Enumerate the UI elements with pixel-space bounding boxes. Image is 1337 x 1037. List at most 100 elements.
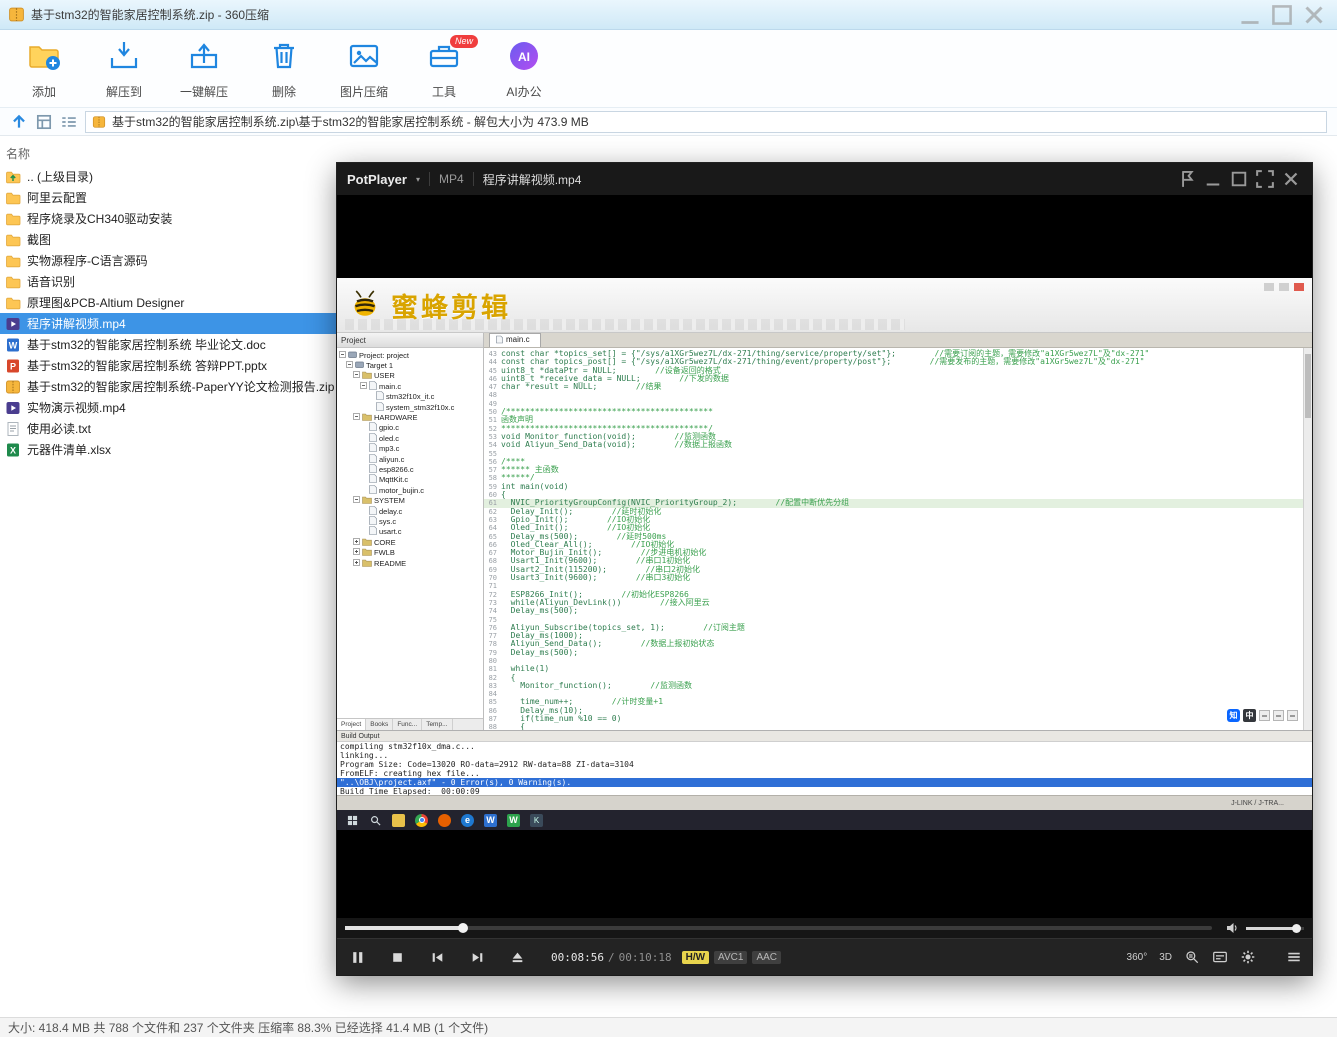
- view-grid-icon[interactable]: [35, 113, 53, 131]
- tree-expand-icon[interactable]: [353, 496, 360, 505]
- keil-icon[interactable]: K: [530, 813, 543, 827]
- file-row[interactable]: 原理图&PCB-Altium Designer: [0, 292, 337, 313]
- toolbar-button-add-files[interactable]: 添加: [4, 34, 84, 104]
- stop-button[interactable]: [377, 939, 417, 976]
- next-button[interactable]: [457, 939, 497, 976]
- file-row[interactable]: 截图: [0, 229, 337, 250]
- project-tree-item[interactable]: CORE: [337, 537, 483, 547]
- word-icon[interactable]: W: [484, 813, 497, 827]
- project-panel-header[interactable]: Project: [337, 333, 483, 348]
- tree-expand-icon[interactable]: [346, 361, 353, 370]
- tree-expand-icon[interactable]: [339, 350, 346, 360]
- project-tree-item[interactable]: README: [337, 558, 483, 568]
- project-panel-tab[interactable]: Books: [366, 719, 394, 730]
- tree-expand-icon[interactable]: [353, 371, 360, 380]
- tray-tool-icon[interactable]: [1273, 710, 1284, 721]
- tree-expand-icon[interactable]: [360, 382, 367, 391]
- file-row[interactable]: 阿里云配置: [0, 187, 337, 208]
- subtitle-browse-icon[interactable]: [1184, 949, 1200, 965]
- file-row[interactable]: 基于stm32的智能家居控制系统-PaperYY论文检测报告.zip: [0, 376, 337, 397]
- search-icon[interactable]: [369, 814, 382, 827]
- toolbar-button-tools[interactable]: New 工具: [404, 34, 484, 104]
- file-row[interactable]: .. (上级目录): [0, 166, 337, 187]
- project-tree-item[interactable]: mp3.c: [337, 443, 483, 454]
- project-tree-item[interactable]: USER: [337, 371, 483, 381]
- edge-icon[interactable]: e: [461, 813, 474, 827]
- build-output-header[interactable]: Build Output: [337, 731, 1312, 742]
- close-button[interactable]: [1299, 5, 1329, 25]
- seek-handle[interactable]: [458, 923, 468, 933]
- tray-tool-icon[interactable]: [1287, 710, 1298, 721]
- wps-icon[interactable]: W: [507, 813, 520, 827]
- close-button[interactable]: [1280, 168, 1302, 190]
- tree-expand-icon[interactable]: [353, 548, 360, 557]
- video-area[interactable]: 蜜蜂剪辑 Project Project: project Target 1 USE…: [337, 195, 1312, 918]
- file-row[interactable]: 程序烧录及CH340驱动安装: [0, 208, 337, 229]
- file-row[interactable]: X 元器件清单.xlsx: [0, 439, 337, 460]
- volume-handle[interactable]: [1292, 923, 1301, 933]
- project-tree-item[interactable]: Project: project: [337, 350, 483, 360]
- file-row[interactable]: 实物源程序-C语言源码: [0, 250, 337, 271]
- project-panel-tab[interactable]: Project: [337, 719, 367, 730]
- project-tree-item[interactable]: motor_bujin.c: [337, 484, 483, 495]
- address-bar[interactable]: 基于stm32的智能家居控制系统.zip\基于stm32的智能家居控制系统 - …: [85, 110, 1327, 133]
- editor-scrollbar[interactable]: [1303, 348, 1312, 730]
- file-row[interactable]: W 基于stm32的智能家居控制系统 毕业论文.doc: [0, 334, 337, 355]
- chrome-icon[interactable]: [415, 813, 428, 827]
- project-tree-item[interactable]: aliyun.c: [337, 453, 483, 464]
- project-tree-item[interactable]: sys.c: [337, 516, 483, 526]
- code-editor[interactable]: 43 const char *topics_set[] = {"/sys/a1XG…: [484, 348, 1312, 730]
- scrollbar-thumb[interactable]: [1305, 354, 1311, 418]
- menu-icon[interactable]: [1286, 949, 1302, 965]
- file-row[interactable]: 实物演示视频.mp4: [0, 397, 337, 418]
- project-tree-item[interactable]: main.c: [337, 381, 483, 391]
- zhihu-icon[interactable]: 知: [1227, 709, 1240, 722]
- open-button[interactable]: [497, 939, 537, 976]
- pause-button[interactable]: [337, 939, 377, 976]
- project-tree-item[interactable]: FWLB: [337, 547, 483, 557]
- tree-expand-icon[interactable]: [353, 558, 360, 568]
- toolbar-button-ai-office[interactable]: AI AI办公: [484, 34, 564, 104]
- project-tree-item[interactable]: usart.c: [337, 526, 483, 537]
- file-row[interactable]: P 基于stm32的智能家居控制系统 答辩PPT.pptx: [0, 355, 337, 376]
- hw-decode-badge[interactable]: H/W: [681, 950, 710, 964]
- project-tree-item[interactable]: oled.c: [337, 433, 483, 443]
- start-icon[interactable]: [346, 814, 359, 827]
- input-method-cn-icon[interactable]: 中: [1243, 709, 1256, 722]
- toolbar-button-extract-to[interactable]: 解压到: [84, 34, 164, 104]
- project-tree-item[interactable]: Target 1: [337, 360, 483, 370]
- settings-icon[interactable]: [1240, 949, 1256, 965]
- project-tree-item[interactable]: stm32f10x_it.c: [337, 391, 483, 402]
- maximize-button[interactable]: [1228, 168, 1250, 190]
- toolbar-button-one-click-extract[interactable]: 一键解压: [164, 34, 244, 104]
- maximize-button[interactable]: [1267, 4, 1297, 25]
- editor-tab-main-c[interactable]: main.c: [489, 333, 541, 347]
- file-row[interactable]: 程序讲解视频.mp4: [0, 313, 337, 334]
- firefox-icon[interactable]: [438, 813, 451, 827]
- toolbar-button-image-compress[interactable]: 图片压缩: [324, 34, 404, 104]
- project-tree-item[interactable]: delay.c: [337, 505, 483, 516]
- potplayer-titlebar[interactable]: PotPlayer MP4 程序讲解视频.mp4: [337, 163, 1312, 195]
- project-panel-tab[interactable]: Temp...: [422, 719, 453, 730]
- fullscreen-button[interactable]: [1254, 168, 1276, 190]
- project-tree-item[interactable]: system_stm32f10x.c: [337, 401, 483, 412]
- potplayer-logo[interactable]: PotPlayer: [347, 172, 407, 187]
- previous-button[interactable]: [417, 939, 457, 976]
- project-tree-item[interactable]: SYSTEM: [337, 495, 483, 505]
- seek-bar[interactable]: [345, 923, 1212, 933]
- minimize-button[interactable]: [1202, 168, 1224, 190]
- tree-expand-icon[interactable]: [353, 537, 360, 547]
- pin-button[interactable]: [1176, 168, 1198, 190]
- explorer-icon[interactable]: [392, 813, 405, 827]
- speaker-icon[interactable]: [1224, 920, 1240, 936]
- mode-3d-button[interactable]: 3D: [1159, 952, 1172, 963]
- tree-expand-icon[interactable]: [353, 413, 360, 422]
- chevron-down-icon[interactable]: [416, 175, 420, 184]
- project-tree-item[interactable]: HARDWARE: [337, 412, 483, 422]
- project-tree-item[interactable]: esp8266.c: [337, 464, 483, 474]
- project-tree-item[interactable]: gpio.c: [337, 422, 483, 433]
- volume-slider[interactable]: [1246, 923, 1304, 933]
- up-icon[interactable]: [10, 113, 28, 131]
- project-tree-item[interactable]: MqttKit.c: [337, 474, 483, 485]
- view-list-icon[interactable]: [60, 113, 78, 131]
